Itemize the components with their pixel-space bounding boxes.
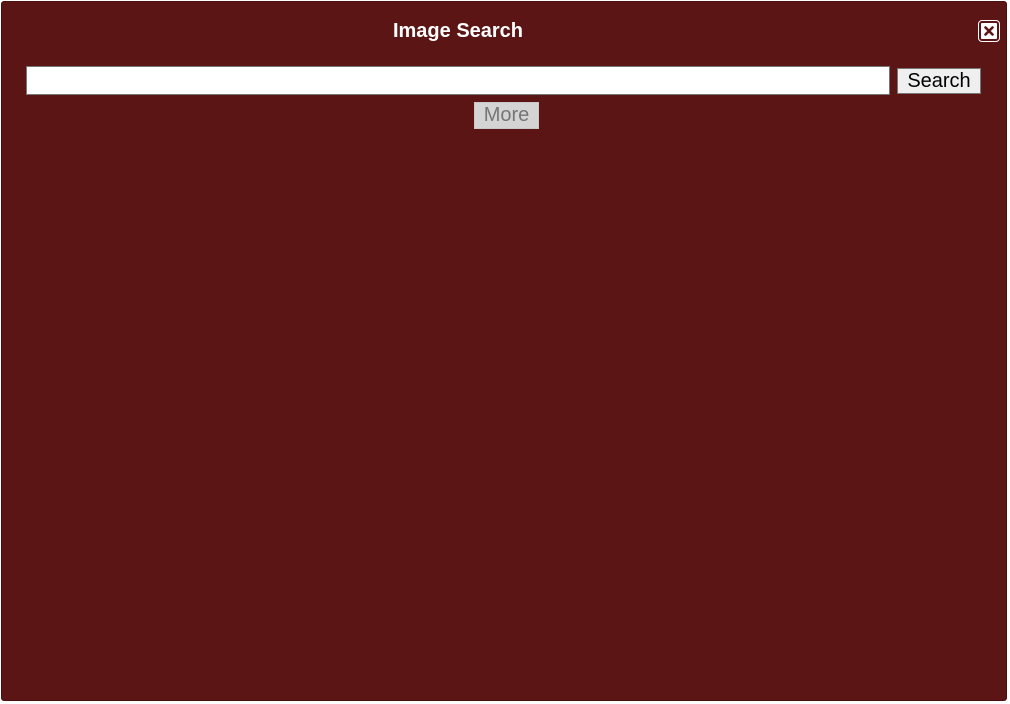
more-button[interactable]: More (474, 102, 539, 129)
image-search-dialog: Image Search Search More (1, 1, 1007, 701)
close-icon (984, 26, 994, 36)
close-button[interactable] (978, 20, 1000, 42)
search-input[interactable] (26, 66, 890, 95)
search-button[interactable]: Search (897, 68, 981, 94)
dialog-title: Image Search (392, 20, 524, 42)
